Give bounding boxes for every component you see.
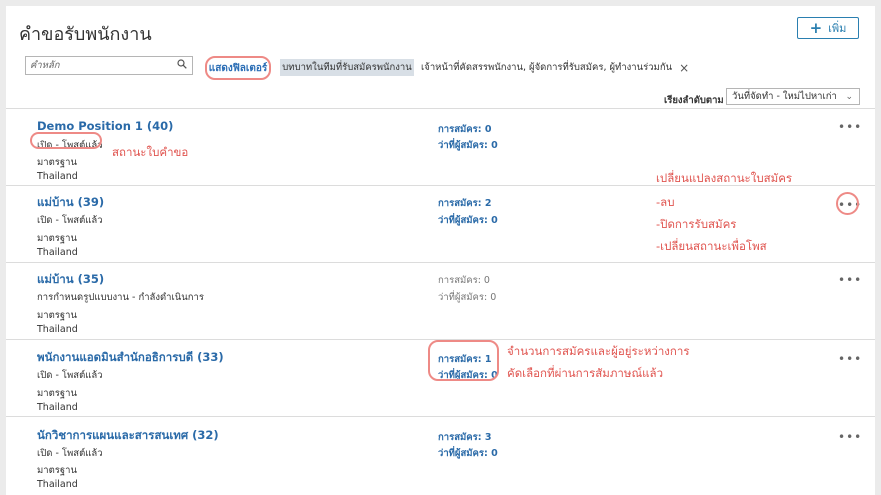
requisition-status: เปิด - โพสต์แล้ว (37, 448, 103, 459)
requisition-title[interactable]: Demo Position 1 (40) (37, 119, 173, 133)
requisition-status: เปิด - โพสต์แล้ว (37, 370, 103, 381)
requisition-title[interactable]: นักวิชาการแผนและสารสนเทศ (32) (37, 427, 219, 445)
candidates-count[interactable]: ว่าที่ผู้สมัคร: 0 (438, 138, 498, 153)
requisition-title[interactable]: แม่บ้าน (39) (37, 194, 104, 212)
annotation-option-close: -ปิดการรับสมัคร (656, 217, 737, 231)
requisition-country: Thailand (37, 171, 78, 182)
filter-chip-roles[interactable]: เจ้าหน้าที่คัดสรรพนักงาน, ผู้จัดการที่รั… (421, 59, 689, 76)
search-icon[interactable] (177, 59, 187, 69)
requisition-status: การกำหนดรูปแบบงาน - กำลังดำเนินการ (37, 292, 204, 303)
requisition-type: มาตรฐาน (37, 388, 77, 399)
list-item: นักวิชาการแผนและสารสนเทศ (32) เปิด - โพส… (6, 416, 875, 495)
more-actions-icon[interactable]: ••• (838, 273, 862, 287)
requisition-title[interactable]: แม่บ้าน (35) (37, 271, 104, 289)
requisition-title[interactable]: พนักงานแอดมินสำนักอธิการบดี (33) (37, 349, 224, 367)
more-actions-icon[interactable]: ••• (838, 352, 862, 366)
annotation-change-status: เปลี่ยนแปลงสถานะใบสมัคร (656, 171, 793, 185)
filter-chip-label: เจ้าหน้าที่คัดสรรพนักงาน, ผู้จัดการที่รั… (421, 62, 673, 73)
sort-label: เรียงลำดับตาม (664, 95, 724, 106)
candidates-count[interactable]: ว่าที่ผู้สมัคร: 0 (438, 290, 496, 305)
remove-filter-icon[interactable]: × (679, 61, 689, 75)
annotation-option-post: -เปลี่ยนสถานะเพื่อโพส (656, 239, 767, 253)
requisition-status: เปิด - โพสต์แล้ว (37, 215, 103, 226)
counts-highlight-oval (428, 340, 499, 381)
requisition-type: มาตรฐาน (37, 233, 77, 244)
list-item: แม่บ้าน (35) การกำหนดรูปแบบงาน - กำลังดำ… (6, 262, 875, 340)
requisition-country: Thailand (37, 247, 78, 258)
sort-select[interactable]: วันที่จัดทำ - ใหม่ไปหาเก่า ⌄ (726, 88, 860, 105)
more-actions-icon[interactable]: ••• (838, 430, 862, 444)
show-filter-button[interactable]: แสดงฟิลเตอร์ (205, 56, 271, 80)
add-button[interactable]: + เพิ่ม (797, 17, 859, 39)
requisition-type: มาตรฐาน (37, 465, 77, 476)
requisition-type: มาตรฐาน (37, 310, 77, 321)
more-actions-icon[interactable]: ••• (838, 120, 862, 134)
search-box[interactable] (25, 56, 193, 75)
add-button-label: เพิ่ม (828, 22, 847, 35)
filter-chip-team-role[interactable]: บทบาทในทีมที่รับสมัครพนักงาน (280, 59, 414, 76)
chevron-down-icon: ⌄ (845, 92, 853, 102)
annotation-status-note: สถานะใบคำขอ (112, 145, 189, 159)
applications-count[interactable]: การสมัคร: 2 (438, 196, 491, 211)
page-title: คำขอรับพนักงาน (19, 24, 152, 45)
candidates-count[interactable]: ว่าที่ผู้สมัคร: 0 (438, 446, 498, 461)
requisition-country: Thailand (37, 402, 78, 413)
candidates-count[interactable]: ว่าที่ผู้สมัคร: 0 (438, 213, 498, 228)
plus-icon: + (809, 18, 823, 37)
applications-count[interactable]: การสมัคร: 3 (438, 430, 491, 445)
requisition-country: Thailand (37, 479, 78, 490)
status-highlight-oval (30, 132, 102, 149)
sort-selected-value: วันที่จัดทำ - ใหม่ไปหาเก่า (732, 91, 837, 102)
requisition-country: Thailand (37, 324, 78, 335)
applications-count[interactable]: การสมัคร: 0 (438, 273, 490, 288)
requisition-type: มาตรฐาน (37, 157, 77, 168)
more-actions-highlight-circle (836, 192, 859, 215)
search-input[interactable] (26, 60, 170, 71)
annotation-count-note-2: คัดเลือกที่ผ่านการสัมภาษณ์แล้ว (507, 366, 664, 380)
annotation-count-note-1: จำนวนการสมัครและผู้อยู่ระหว่างการ (507, 344, 690, 358)
annotation-option-delete: -ลบ (656, 195, 675, 209)
job-requisitions-panel: คำขอรับพนักงาน + เพิ่ม แสดงฟิลเตอร์ บทบา… (6, 6, 875, 495)
applications-count[interactable]: การสมัคร: 0 (438, 122, 491, 137)
